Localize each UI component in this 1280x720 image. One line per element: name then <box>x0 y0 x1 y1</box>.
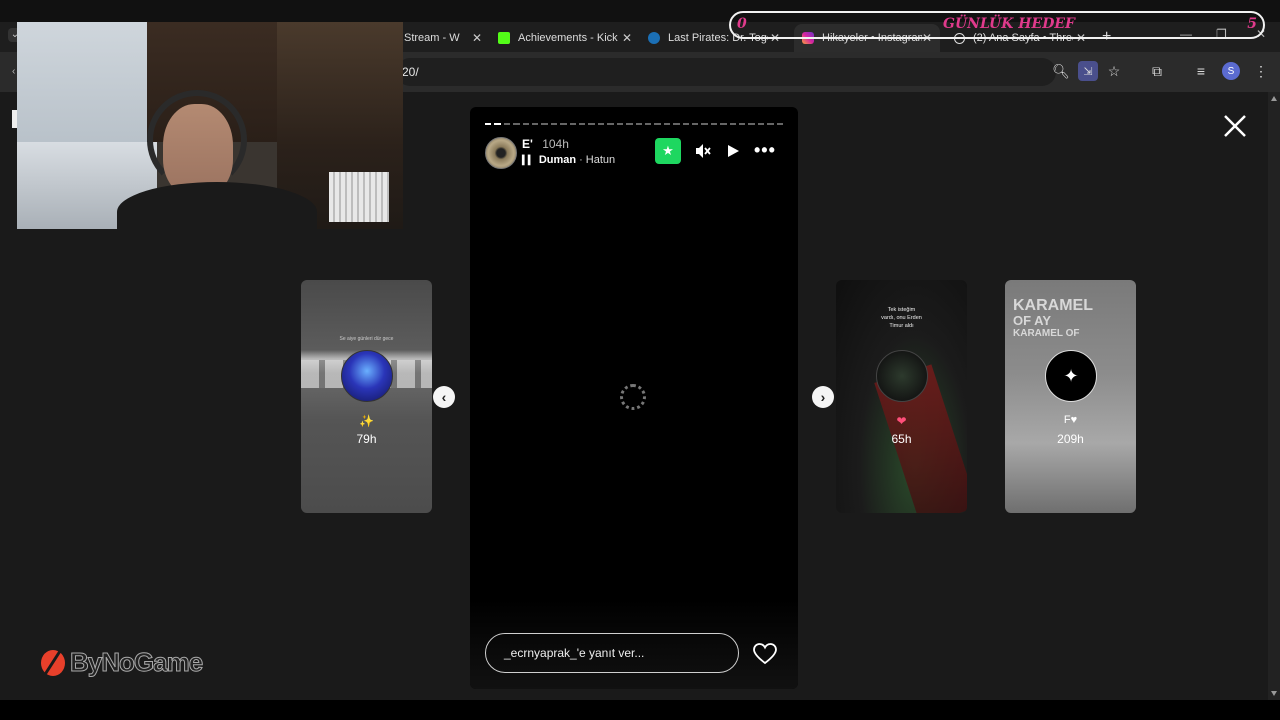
daily-goal-bar: 0 GÜNLÜK HEDEF 5 <box>729 11 1265 39</box>
webcam-overlay <box>17 22 403 229</box>
bottom-strip <box>0 700 1280 720</box>
close-icon <box>1224 115 1246 137</box>
music-artist: Duman <box>538 154 577 166</box>
url-text: 20/ <box>402 65 419 79</box>
story-user-avatar[interactable] <box>485 137 517 169</box>
story-card-previous[interactable]: Se aiye günleri dür gece ✨ 79h <box>301 280 432 513</box>
heart-icon <box>753 643 777 665</box>
loading-spinner-icon <box>620 384 646 410</box>
overlay-line: OF AY <box>1013 313 1052 328</box>
next-story-button[interactable]: › <box>812 386 834 408</box>
story-progress <box>485 123 783 125</box>
music-separator: · <box>579 154 583 166</box>
profile-avatar[interactable]: S <box>1222 62 1240 80</box>
star-icon: ★ <box>662 143 674 158</box>
caption-line: Tek isteğim <box>887 307 916 313</box>
reply-input[interactable]: _ecrnyaprak_'e yanıt ver... <box>485 633 739 673</box>
more-options-icon[interactable]: ••• <box>754 140 776 161</box>
bookmark-star-icon[interactable]: ☆ <box>1105 62 1123 80</box>
back-arrow-icon[interactable]: ‹ <box>12 66 15 77</box>
card-time: 79h <box>356 432 377 446</box>
story-card-next-1[interactable]: Tek isteğim vardı, onu Erden Timur aldı … <box>836 280 967 513</box>
caption-line: Timur aldı <box>889 323 914 329</box>
address-bar[interactable]: 20/ <box>396 58 1056 86</box>
play-button[interactable] <box>725 143 741 164</box>
kick-icon <box>498 32 510 44</box>
card-caption: Tek isteğim vardı, onu Erden Timur aldı <box>836 306 967 330</box>
caption-line: vardı, onu Erden <box>881 315 922 321</box>
scroll-up-icon[interactable] <box>1271 96 1277 101</box>
overlay-line: KARAMEL <box>1013 297 1093 314</box>
card-emoji: F♥ <box>1063 414 1078 426</box>
install-app-icon[interactable]: ⇲ <box>1078 61 1098 81</box>
story-music[interactable]: ▍▍ Duman · Hatun <box>522 154 615 166</box>
tab-stream[interactable]: Stream - W ✕ <box>404 24 482 52</box>
watermark-text: ByNoGame <box>69 646 203 677</box>
story-avatar <box>341 350 393 402</box>
close-icon[interactable]: ✕ <box>622 31 632 45</box>
tab-label: Stream - W <box>404 32 460 44</box>
chevron-left-icon: ‹ <box>441 389 447 405</box>
goal-current: 0 <box>737 16 747 32</box>
story-header: E' 104h <box>522 137 569 151</box>
tab-label: Achievements - Kick <box>518 32 618 44</box>
tab-kick[interactable]: Achievements - Kick ✕ <box>498 24 632 52</box>
close-friends-badge[interactable]: ★ <box>655 138 681 164</box>
previous-story-button[interactable]: ‹ <box>433 386 455 408</box>
muted-speaker-icon <box>696 144 711 158</box>
card-emoji: ✨ <box>359 414 374 428</box>
goal-title: GÜNLÜK HEDEF <box>943 16 1075 32</box>
steam-icon <box>648 32 660 44</box>
chevron-right-icon: › <box>820 389 826 405</box>
card-time: 209h <box>1057 432 1084 446</box>
story-avatar: ✦ <box>1045 350 1097 402</box>
music-bars-icon: ▍▍ <box>522 154 535 165</box>
menu-kebab-icon[interactable]: ⋮ <box>1252 62 1270 80</box>
like-button[interactable] <box>753 643 777 670</box>
reply-placeholder: _ecrnyaprak_'e yanıt ver... <box>504 646 645 660</box>
media-control-icon[interactable]: ≡ <box>1192 62 1210 80</box>
zoom-icon[interactable]: 🔍︎ <box>1052 62 1070 80</box>
story-username[interactable]: E' <box>522 137 533 151</box>
close-icon[interactable]: ✕ <box>472 31 482 45</box>
card-emoji: ❤ <box>896 414 907 428</box>
watermark-logo: ByNoGame <box>40 646 204 678</box>
radiator <box>329 172 389 222</box>
mute-button[interactable] <box>694 142 712 165</box>
story-viewer: E' 104h ▍▍ Duman · Hatun ★ ••• _ecrnyapr… <box>470 107 798 689</box>
extensions-icon[interactable]: ⧉ <box>1148 62 1166 80</box>
music-song: Hatun <box>585 154 616 166</box>
story-time: 104h <box>542 137 569 151</box>
stars-icon: ✦ <box>1063 365 1079 386</box>
play-icon <box>728 145 739 157</box>
overlay-line: KARAMEL OF <box>1013 328 1080 339</box>
card-caption: Se aiye günleri dür gece <box>339 336 394 342</box>
goal-target: 5 <box>1247 16 1257 32</box>
scroll-down-icon[interactable] <box>1271 691 1277 696</box>
card-overlay-text: KARAMEL OF AY KARAMEL OF <box>1013 297 1093 340</box>
bynogame-logo-icon <box>41 647 65 677</box>
story-card-next-2[interactable]: KARAMEL OF AY KARAMEL OF ✦ F♥ 209h <box>1005 280 1136 513</box>
card-time: 65h <box>891 432 912 446</box>
page-scrollbar[interactable] <box>1268 92 1280 700</box>
story-avatar <box>876 350 928 402</box>
close-story-button[interactable] <box>1222 110 1248 140</box>
